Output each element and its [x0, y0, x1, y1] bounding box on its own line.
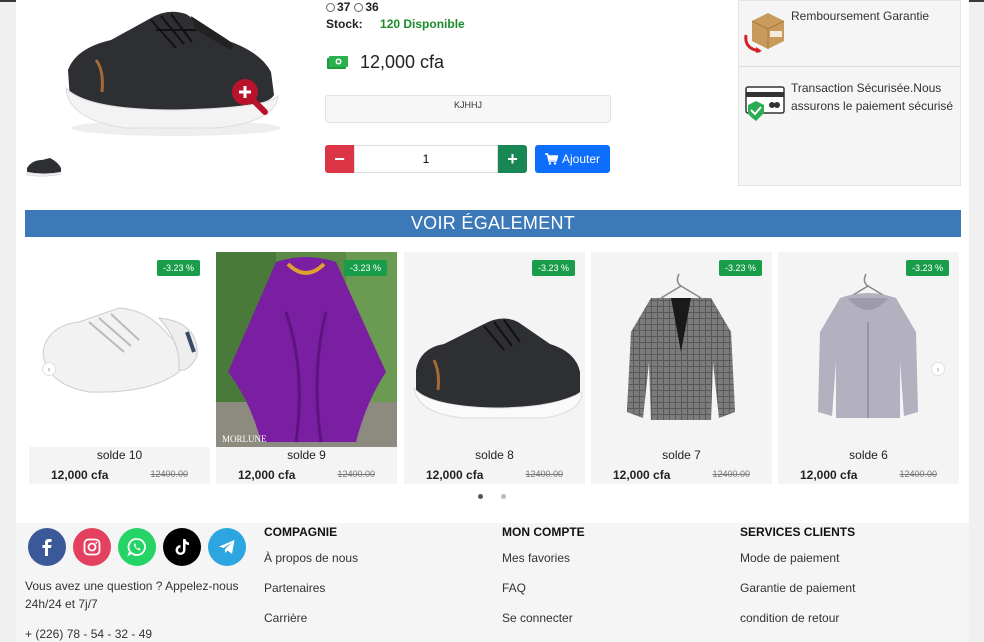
- footer: Vous avez une question ? Appelez-nous 24…: [16, 523, 969, 642]
- facebook-icon: [42, 539, 52, 556]
- product-main-image[interactable]: [56, 0, 296, 140]
- plus-icon: +: [507, 148, 518, 169]
- footer-column-services: SERVICES CLIENTS Mode de paiement Garant…: [740, 525, 855, 641]
- footer-column-company: COMPAGNIE À propos de nous Partenaires C…: [264, 525, 358, 641]
- radio-icon: [354, 3, 364, 13]
- whatsapp-link[interactable]: [118, 528, 156, 566]
- product-price: 12,000 cfa: [360, 52, 445, 72]
- product-price: 12,000 cfa: [613, 468, 671, 482]
- product-card[interactable]: -3.23 % solde 7 12,000 cfa 12400.00: [591, 252, 772, 484]
- footer-link[interactable]: À propos de nous: [264, 551, 358, 581]
- footer-column-account: MON COMPTE Mes favories FAQ Se connecter: [502, 525, 585, 641]
- old-price: 12400.00: [712, 469, 750, 479]
- product-code-box: KJHHJ: [325, 95, 611, 123]
- footer-column-title: COMPAGNIE: [264, 525, 338, 539]
- product-thumbnail[interactable]: [24, 150, 64, 182]
- add-to-cart-label: Ajouter: [561, 152, 601, 166]
- carousel-dot[interactable]: [501, 494, 506, 499]
- product-image: [778, 252, 959, 447]
- radio-icon: [326, 3, 335, 13]
- discount-badge: -3.23 %: [718, 260, 762, 276]
- old-price: 12400.00: [899, 469, 937, 479]
- tiktok-link[interactable]: [163, 528, 201, 566]
- footer-link[interactable]: Mode de paiement: [740, 551, 855, 581]
- stock-label: Stock:: [326, 17, 363, 31]
- page: 37 36 Stock: 120 Disponible 12,000 cfa K…: [16, 0, 969, 642]
- guarantee-panel: Remboursement Garantie Transaction Sécur…: [738, 0, 961, 186]
- footer-column-title: MON COMPTE: [502, 525, 585, 539]
- footer-link[interactable]: Carrière: [264, 611, 358, 641]
- discount-badge: -3.23 %: [343, 260, 387, 276]
- chevron-right-icon: ›: [936, 364, 940, 374]
- telegram-icon: [219, 540, 235, 554]
- product-name[interactable]: solde 8: [404, 448, 585, 462]
- add-to-cart-button[interactable]: Ajouter: [535, 145, 610, 173]
- product-price: 12,000 cfa: [426, 468, 484, 482]
- decrease-quantity-button[interactable]: −: [325, 145, 354, 173]
- watermark: MORLUNE: [222, 434, 267, 444]
- price-row: 12,000 cfa: [326, 52, 444, 73]
- instagram-link[interactable]: [73, 528, 111, 566]
- chevron-left-icon: ‹: [47, 364, 51, 374]
- whatsapp-icon: [127, 538, 146, 557]
- footer-link[interactable]: Mes favories: [502, 551, 585, 581]
- stock-value: 120 Disponible: [380, 17, 465, 31]
- facebook-link[interactable]: [28, 528, 66, 566]
- discount-badge: -3.23 %: [156, 260, 200, 276]
- footer-link[interactable]: FAQ: [502, 581, 585, 611]
- help-text: Vous avez une question ? Appelez-nous 24…: [25, 579, 239, 611]
- telegram-link[interactable]: [208, 528, 246, 566]
- product-card[interactable]: -3.23 % solde 8 12,000 cfa 12400.00: [404, 252, 585, 484]
- carousel-next-arrow[interactable]: ›: [931, 362, 945, 376]
- money-icon: [327, 55, 348, 69]
- old-price: 12400.00: [525, 469, 563, 479]
- increase-quantity-button[interactable]: +: [498, 145, 527, 173]
- secure-card-icon: [745, 86, 785, 121]
- footer-link[interactable]: Partenaires: [264, 581, 358, 611]
- product-price: 12,000 cfa: [51, 468, 109, 482]
- guarantee-text: Remboursement Garantie: [791, 9, 930, 23]
- social-links: [28, 528, 246, 566]
- size-options: 37 36: [326, 0, 379, 14]
- related-section-title: VOIR ÉGALEMENT: [25, 210, 961, 237]
- product-price: 12,000 cfa: [238, 468, 296, 482]
- product-image: [29, 252, 210, 447]
- footer-link[interactable]: Garantie de paiement: [740, 581, 855, 611]
- cart-icon: [544, 153, 558, 165]
- old-price: 12400.00: [337, 469, 375, 479]
- old-price: 12400.00: [150, 469, 188, 479]
- product-image: [591, 252, 772, 447]
- zoom-in-icon[interactable]: [229, 76, 269, 116]
- instagram-icon: [83, 538, 101, 556]
- footer-link[interactable]: condition de retour: [740, 611, 855, 641]
- related-carousel: -3.23 % solde 10 12,000 cfa 12400.00 MOR…: [28, 252, 959, 484]
- product-image: [404, 252, 585, 447]
- product-card[interactable]: -3.23 % solde 10 12,000 cfa 12400.00: [29, 252, 210, 484]
- discount-badge: -3.23 %: [531, 260, 575, 276]
- tiktok-icon: [175, 539, 189, 555]
- carousel-pagination: [478, 494, 506, 499]
- divider: [739, 66, 960, 67]
- quantity-input[interactable]: [354, 145, 498, 173]
- product-price: 12,000 cfa: [800, 468, 858, 482]
- guarantee-text: Transaction Sécurisée.Nous assurons le p…: [791, 81, 954, 113]
- carousel-dot[interactable]: [478, 494, 483, 499]
- return-box-icon: [744, 13, 785, 53]
- discount-badge: -3.23 %: [905, 260, 949, 276]
- minus-icon: −: [334, 148, 345, 169]
- product-name[interactable]: solde 10: [29, 448, 210, 462]
- phone-number[interactable]: + (226) 78 - 54 - 32 - 49: [25, 627, 152, 641]
- footer-link[interactable]: Se connecter: [502, 611, 585, 641]
- product-card[interactable]: MORLUNE -3.23 % solde 9 12,000 cfa 12400…: [216, 252, 397, 484]
- quantity-stepper: − + Ajouter: [325, 145, 610, 173]
- product-name[interactable]: solde 6: [778, 448, 959, 462]
- product-name[interactable]: solde 7: [591, 448, 772, 462]
- size-option[interactable]: 37: [326, 0, 350, 14]
- footer-column-title: SERVICES CLIENTS: [740, 525, 856, 539]
- size-option[interactable]: 36: [354, 0, 379, 14]
- product-name[interactable]: solde 9: [216, 448, 397, 462]
- carousel-prev-arrow[interactable]: ‹: [42, 362, 56, 376]
- product-image: MORLUNE: [216, 252, 397, 447]
- stock-info: Stock: 120 Disponible: [326, 17, 465, 31]
